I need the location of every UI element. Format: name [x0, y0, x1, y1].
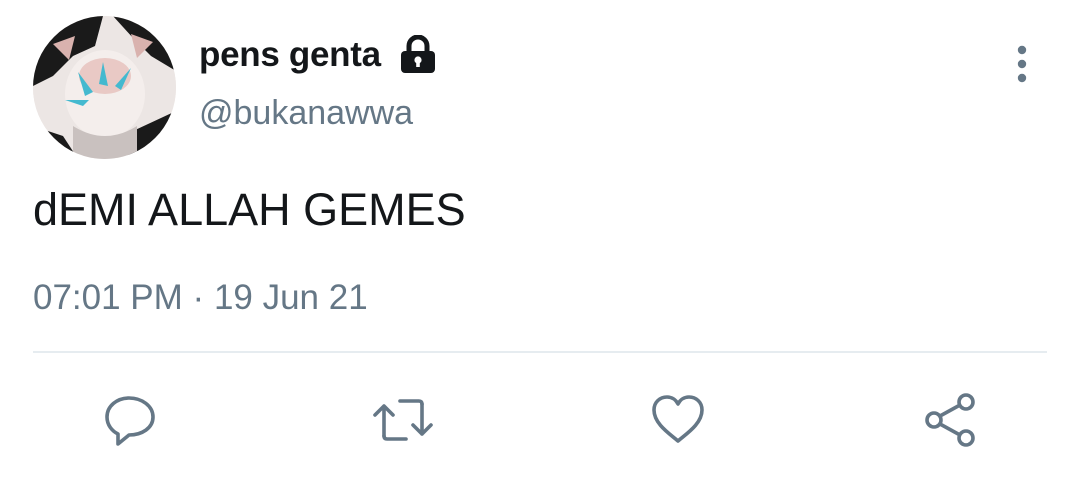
- avatar[interactable]: [33, 16, 176, 159]
- reply-button[interactable]: [102, 392, 158, 448]
- tweet-text: dEMI ALLAH GEMES: [33, 184, 466, 235]
- divider: [33, 351, 1047, 353]
- tweet-time: 07:01 PM: [33, 278, 183, 317]
- tweet-date: 19 Jun 21: [213, 278, 368, 317]
- tweet-timestamp[interactable]: 07:01 PM · 19 Jun 21: [33, 278, 368, 318]
- share-button[interactable]: [922, 392, 978, 448]
- retweet-button[interactable]: [372, 392, 433, 448]
- author-row: pens genta: [199, 30, 437, 80]
- more-vertical-icon: [1017, 45, 1027, 83]
- like-button[interactable]: [650, 392, 706, 448]
- lock-icon: [399, 34, 437, 75]
- heart-icon: [652, 395, 704, 443]
- timestamp-separator: ·: [192, 278, 205, 317]
- more-options-button[interactable]: [1008, 44, 1036, 84]
- user-handle[interactable]: @bukanawwa: [199, 94, 413, 133]
- display-name[interactable]: pens genta: [199, 35, 381, 75]
- retweet-icon: [373, 399, 433, 441]
- share-icon: [925, 393, 975, 447]
- reply-icon: [105, 396, 155, 446]
- avatar-image: [33, 16, 176, 159]
